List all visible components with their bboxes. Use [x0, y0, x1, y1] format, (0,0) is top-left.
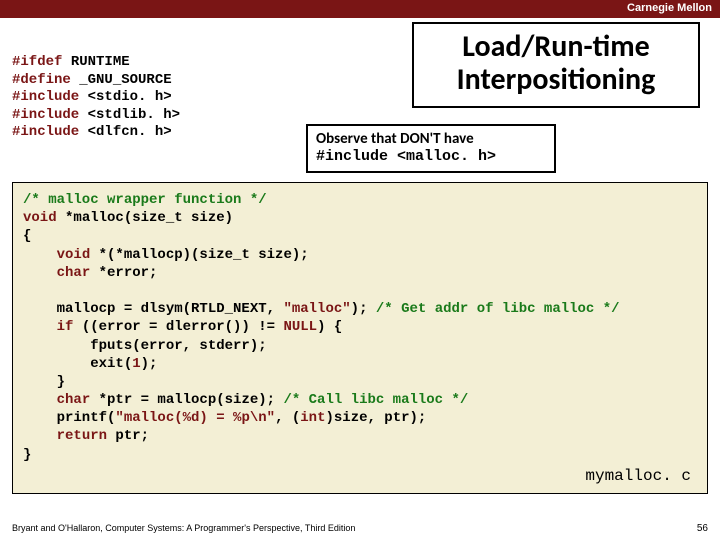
code-listing: /* malloc wrapper function */ void *mall…: [12, 182, 708, 494]
observation-callout: Observe that DON'T have #include <malloc…: [306, 124, 556, 173]
brand-label: Carnegie Mellon: [627, 2, 712, 14]
source-filename: mymalloc. c: [23, 466, 697, 487]
footer-credit: Bryant and O'Hallaron, Computer Systems:…: [12, 523, 355, 534]
brand-bar: Carnegie Mellon: [0, 0, 720, 18]
slide-title-line2: Interpositioning: [424, 63, 688, 96]
slide-title-line1: Load/Run-time: [424, 30, 688, 63]
preamble-code: #ifdef RUNTIME #define _GNU_SOURCE #incl…: [12, 54, 252, 142]
code-body: /* malloc wrapper function */ void *mall…: [23, 191, 697, 464]
page-number: 56: [697, 523, 708, 534]
observation-code: #include <malloc. h>: [316, 148, 546, 165]
slide-title-box: Load/Run-time Interpositioning: [412, 22, 700, 108]
slide-footer: Bryant and O'Hallaron, Computer Systems:…: [12, 523, 708, 534]
observation-text: Observe that DON'T have: [316, 130, 546, 148]
